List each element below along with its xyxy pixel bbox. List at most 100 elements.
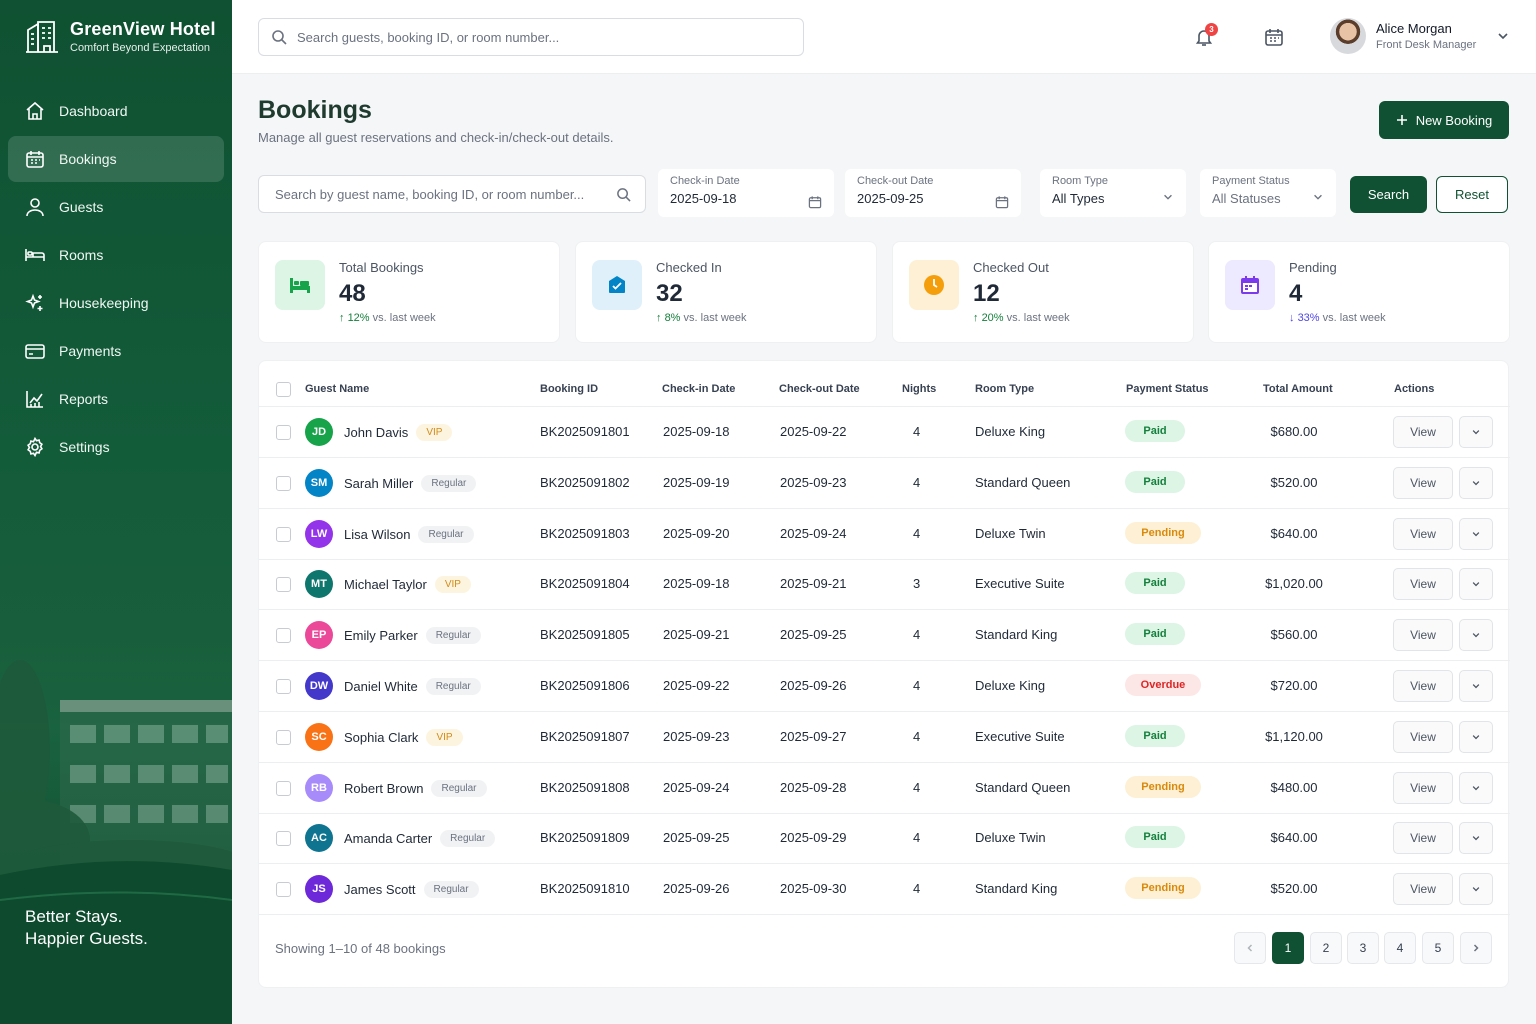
sidebar-item-bookings[interactable]: Bookings bbox=[8, 136, 224, 182]
view-button[interactable]: View bbox=[1393, 466, 1453, 499]
table-row[interactable]: MT Michael Taylor VIP BK2025091804 2025-09-1… bbox=[259, 559, 1510, 611]
view-button[interactable]: View bbox=[1393, 670, 1453, 702]
row-checkbox[interactable] bbox=[276, 679, 291, 694]
guest-name[interactable]: Emily Parker bbox=[344, 628, 418, 643]
row-actions-dropdown[interactable] bbox=[1459, 822, 1493, 855]
view-button[interactable]: View bbox=[1393, 873, 1453, 906]
booking-search-input[interactable] bbox=[275, 186, 616, 202]
view-button[interactable]: View bbox=[1393, 416, 1453, 448]
global-search[interactable] bbox=[258, 18, 804, 56]
header-booking-id[interactable]: Booking ID bbox=[540, 383, 598, 395]
next-page-button[interactable] bbox=[1460, 932, 1492, 964]
row-checkbox[interactable] bbox=[276, 526, 291, 542]
row-checkbox[interactable] bbox=[276, 780, 291, 796]
stat-trend: ↓ 33% vs. last week bbox=[1289, 312, 1386, 324]
booking-search[interactable] bbox=[258, 175, 646, 213]
view-button[interactable]: View bbox=[1393, 517, 1453, 550]
view-button[interactable]: View bbox=[1393, 619, 1453, 652]
row-actions-dropdown[interactable] bbox=[1459, 466, 1493, 499]
header-room-type[interactable]: Room Type bbox=[975, 383, 1034, 395]
header-guest-name[interactable]: Guest Name bbox=[305, 383, 369, 395]
sidebar-item-guests[interactable]: Guests bbox=[8, 184, 224, 230]
sidebar-item-reports[interactable]: Reports bbox=[8, 376, 224, 422]
row-checkbox[interactable] bbox=[276, 882, 291, 898]
guest-avatar: JS bbox=[305, 875, 333, 904]
checkout-date: 2025-09-24 bbox=[780, 525, 847, 541]
brand[interactable]: GreenView Hotel Comfort Beyond Expectati… bbox=[24, 18, 216, 54]
page-button-3[interactable]: 3 bbox=[1347, 932, 1379, 964]
row-checkbox[interactable] bbox=[276, 831, 291, 847]
row-actions-dropdown[interactable] bbox=[1459, 568, 1493, 601]
header-nights[interactable]: Nights bbox=[902, 383, 936, 395]
guest-name-cell: Amanda Carter Regular bbox=[344, 830, 496, 848]
table-row[interactable]: RB Robert Brown Regular BK2025091808 2025-09… bbox=[259, 763, 1510, 814]
table-row[interactable]: EP Emily Parker Regular BK2025091805 2025-09… bbox=[259, 610, 1510, 662]
row-checkbox[interactable] bbox=[276, 425, 291, 440]
guest-name[interactable]: Robert Brown bbox=[344, 781, 423, 796]
row-actions-dropdown[interactable] bbox=[1459, 517, 1493, 550]
new-booking-button[interactable]: New Booking bbox=[1379, 101, 1509, 139]
view-button[interactable]: View bbox=[1393, 771, 1453, 804]
view-button[interactable]: View bbox=[1393, 568, 1453, 601]
row-checkbox[interactable] bbox=[276, 577, 291, 593]
table-row[interactable]: JS James Scott Regular BK2025091810 2025-09-… bbox=[259, 864, 1510, 916]
user-icon bbox=[26, 198, 44, 217]
view-button[interactable]: View bbox=[1393, 822, 1453, 855]
guest-name[interactable]: Amanda Carter bbox=[344, 831, 432, 846]
page-button-5[interactable]: 5 bbox=[1422, 932, 1454, 964]
search-button[interactable]: Search bbox=[1350, 176, 1427, 213]
guest-name[interactable]: Lisa Wilson bbox=[344, 527, 410, 542]
guest-name[interactable]: Sarah Miller bbox=[344, 476, 413, 491]
filter-bar: Check-in Date 2025-09-18 Check-out Date … bbox=[258, 165, 1509, 223]
page-button-1[interactable]: 1 bbox=[1272, 932, 1304, 964]
row-actions-dropdown[interactable] bbox=[1459, 619, 1493, 652]
header-checkin[interactable]: Check-in Date bbox=[662, 383, 735, 395]
sidebar-item-rooms[interactable]: Rooms bbox=[8, 232, 224, 278]
table-row[interactable]: JD John Davis VIP BK2025091801 2025-09-18 202… bbox=[259, 407, 1510, 458]
row-checkbox[interactable] bbox=[276, 628, 291, 644]
row-checkbox[interactable] bbox=[276, 729, 291, 745]
room-type-label: Room Type bbox=[1052, 175, 1109, 187]
sidebar-item-housekeeping[interactable]: Housekeeping bbox=[8, 280, 224, 326]
row-actions-dropdown[interactable] bbox=[1459, 873, 1493, 906]
trend-suffix: vs. last week bbox=[683, 312, 747, 324]
search-icon bbox=[617, 187, 631, 202]
header-checkout[interactable]: Check-out Date bbox=[779, 383, 860, 395]
select-all-checkbox[interactable] bbox=[276, 382, 291, 397]
row-actions-dropdown[interactable] bbox=[1459, 416, 1493, 448]
sidebar-item-dashboard[interactable]: Dashboard bbox=[8, 88, 224, 134]
row-actions-dropdown[interactable] bbox=[1459, 670, 1493, 702]
checkout-date-field[interactable]: Check-out Date 2025-09-25 bbox=[845, 169, 1021, 217]
guest-name[interactable]: Daniel White bbox=[344, 679, 418, 694]
row-actions-dropdown[interactable] bbox=[1459, 720, 1493, 753]
view-button[interactable]: View bbox=[1393, 720, 1453, 753]
table-row[interactable]: SC Sophia Clark VIP BK2025091807 2025-09-23 2… bbox=[259, 712, 1510, 763]
guest-name[interactable]: Sophia Clark bbox=[344, 730, 418, 745]
table-row[interactable]: LW Lisa Wilson Regular BK2025091803 2025-09-… bbox=[259, 509, 1510, 560]
table-row[interactable]: SM Sarah Miller Regular BK2025091802 2025-09… bbox=[259, 458, 1510, 509]
sidebar-item-payments[interactable]: Payments bbox=[8, 328, 224, 374]
payment-status-select[interactable]: Payment Status All Statuses bbox=[1200, 169, 1336, 217]
guest-name[interactable]: James Scott bbox=[344, 882, 416, 897]
guest-name[interactable]: Michael Taylor bbox=[344, 577, 427, 592]
room-type-select[interactable]: Room Type All Types bbox=[1040, 169, 1186, 217]
sidebar-item-settings[interactable]: Settings bbox=[8, 424, 224, 470]
checkin-date-field[interactable]: Check-in Date 2025-09-18 bbox=[658, 169, 834, 217]
row-actions-dropdown[interactable] bbox=[1459, 771, 1493, 804]
reset-button[interactable]: Reset bbox=[1436, 176, 1508, 213]
notifications-button[interactable]: 3 bbox=[1190, 23, 1218, 51]
table-row[interactable]: AC Amanda Carter Regular BK2025091809 2025-0… bbox=[259, 813, 1510, 865]
page-button-2[interactable]: 2 bbox=[1310, 932, 1342, 964]
user-menu[interactable]: Alice Morgan Front Desk Manager bbox=[1330, 18, 1510, 54]
page-button-4[interactable]: 4 bbox=[1384, 932, 1416, 964]
header-payment-status[interactable]: Payment Status bbox=[1126, 383, 1209, 395]
calendar-icon bbox=[1265, 29, 1283, 46]
header-total-amount[interactable]: Total Amount bbox=[1263, 383, 1333, 395]
total-amount: $640.00 bbox=[1270, 830, 1318, 846]
table-row[interactable]: DW Daniel White Regular BK2025091806 2025-09… bbox=[259, 661, 1510, 712]
global-search-input[interactable] bbox=[297, 29, 777, 45]
guest-name[interactable]: John Davis bbox=[344, 425, 408, 440]
row-checkbox[interactable] bbox=[276, 475, 291, 491]
calendar-button[interactable] bbox=[1260, 23, 1288, 51]
prev-page-button[interactable] bbox=[1234, 932, 1266, 964]
